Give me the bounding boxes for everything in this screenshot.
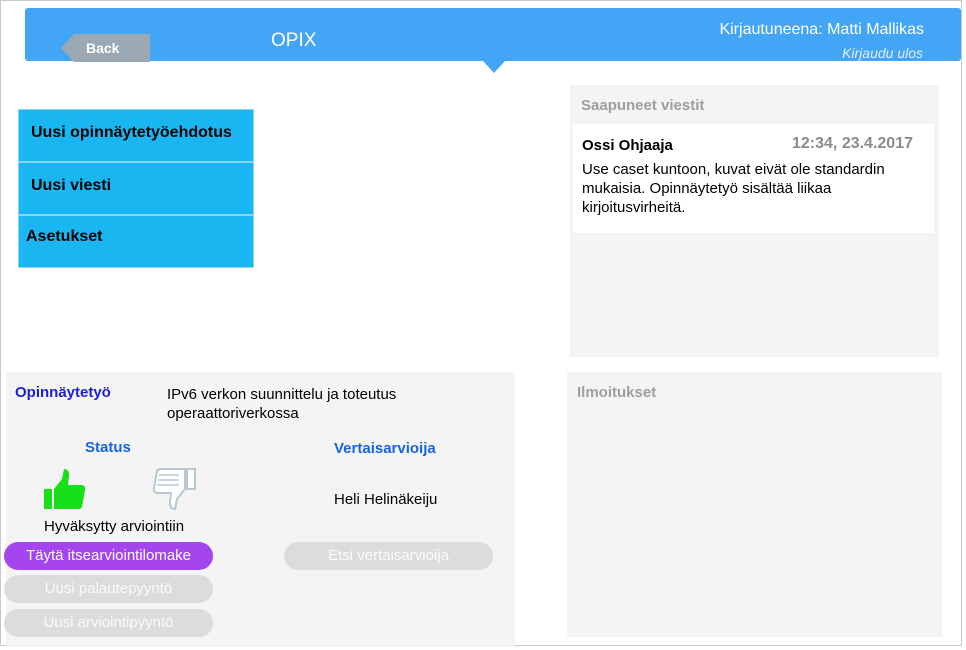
thumbs-up-icon [42,467,88,513]
top-bar: Back OPIX Kirjautuneena: Matti Mallikas … [25,8,961,62]
message-item[interactable]: Ossi Ohjaaja 12:34, 23.4.2017 Use caset … [573,124,934,233]
message-sender: Ossi Ohjaaja [582,137,673,154]
peer-reviewer-name: Heli Helinäkeiju [334,491,438,508]
back-button[interactable]: Back [61,34,150,62]
thesis-label: Opinnäytetyö [15,384,111,401]
new-feedback-request-button[interactable]: Uusi palautepyyntö [4,575,213,603]
notifications-panel: Ilmoitukset [567,372,942,637]
self-assessment-button[interactable]: Täytä itsearviointilomake [4,542,213,570]
peer-reviewer-heading: Vertaisarvioija [334,440,436,457]
logged-in-user: Kirjautuneena: Matti Mallikas [719,21,924,38]
new-assessment-request-button[interactable]: Uusi arviointipyyntö [4,609,213,637]
app-title: OPIX [271,30,317,51]
menu-item-new-message[interactable]: Uusi viesti [18,162,254,215]
notifications-title: Ilmoitukset [577,384,657,401]
thesis-panel: Opinnäytetyö IPv6 verkon suunnittelu ja … [4,372,515,647]
menu-item-new-thesis-proposal[interactable]: Uusi opinnäytetyöehdotus [18,109,254,162]
status-heading: Status [85,439,131,456]
find-peer-reviewer-button[interactable]: Etsi vertaisarvioija [284,542,493,570]
thumbs-down-icon [151,465,197,511]
message-body: Use caset kuntoon, kuvat eivät ole stand… [582,161,885,216]
menu-item-settings[interactable]: Asetukset [18,215,254,268]
thesis-title: IPv6 verkon suunnittelu ja toteutus oper… [167,386,397,422]
app-window: Back OPIX Kirjautuneena: Matti Mallikas … [0,0,962,647]
logout-link[interactable]: Kirjaudu ulos [842,45,923,61]
main-menu: Uusi opinnäytetyöehdotus Uusi viesti Ase… [18,109,254,268]
header-pointer [483,61,505,73]
inbox-panel: Saapuneet viestit Ossi Ohjaaja 12:34, 23… [570,85,939,357]
status-text: Hyväksytty arviointiin [44,518,185,535]
message-time: 12:34, 23.4.2017 [792,135,913,152]
inbox-title: Saapuneet viestit [581,97,705,114]
